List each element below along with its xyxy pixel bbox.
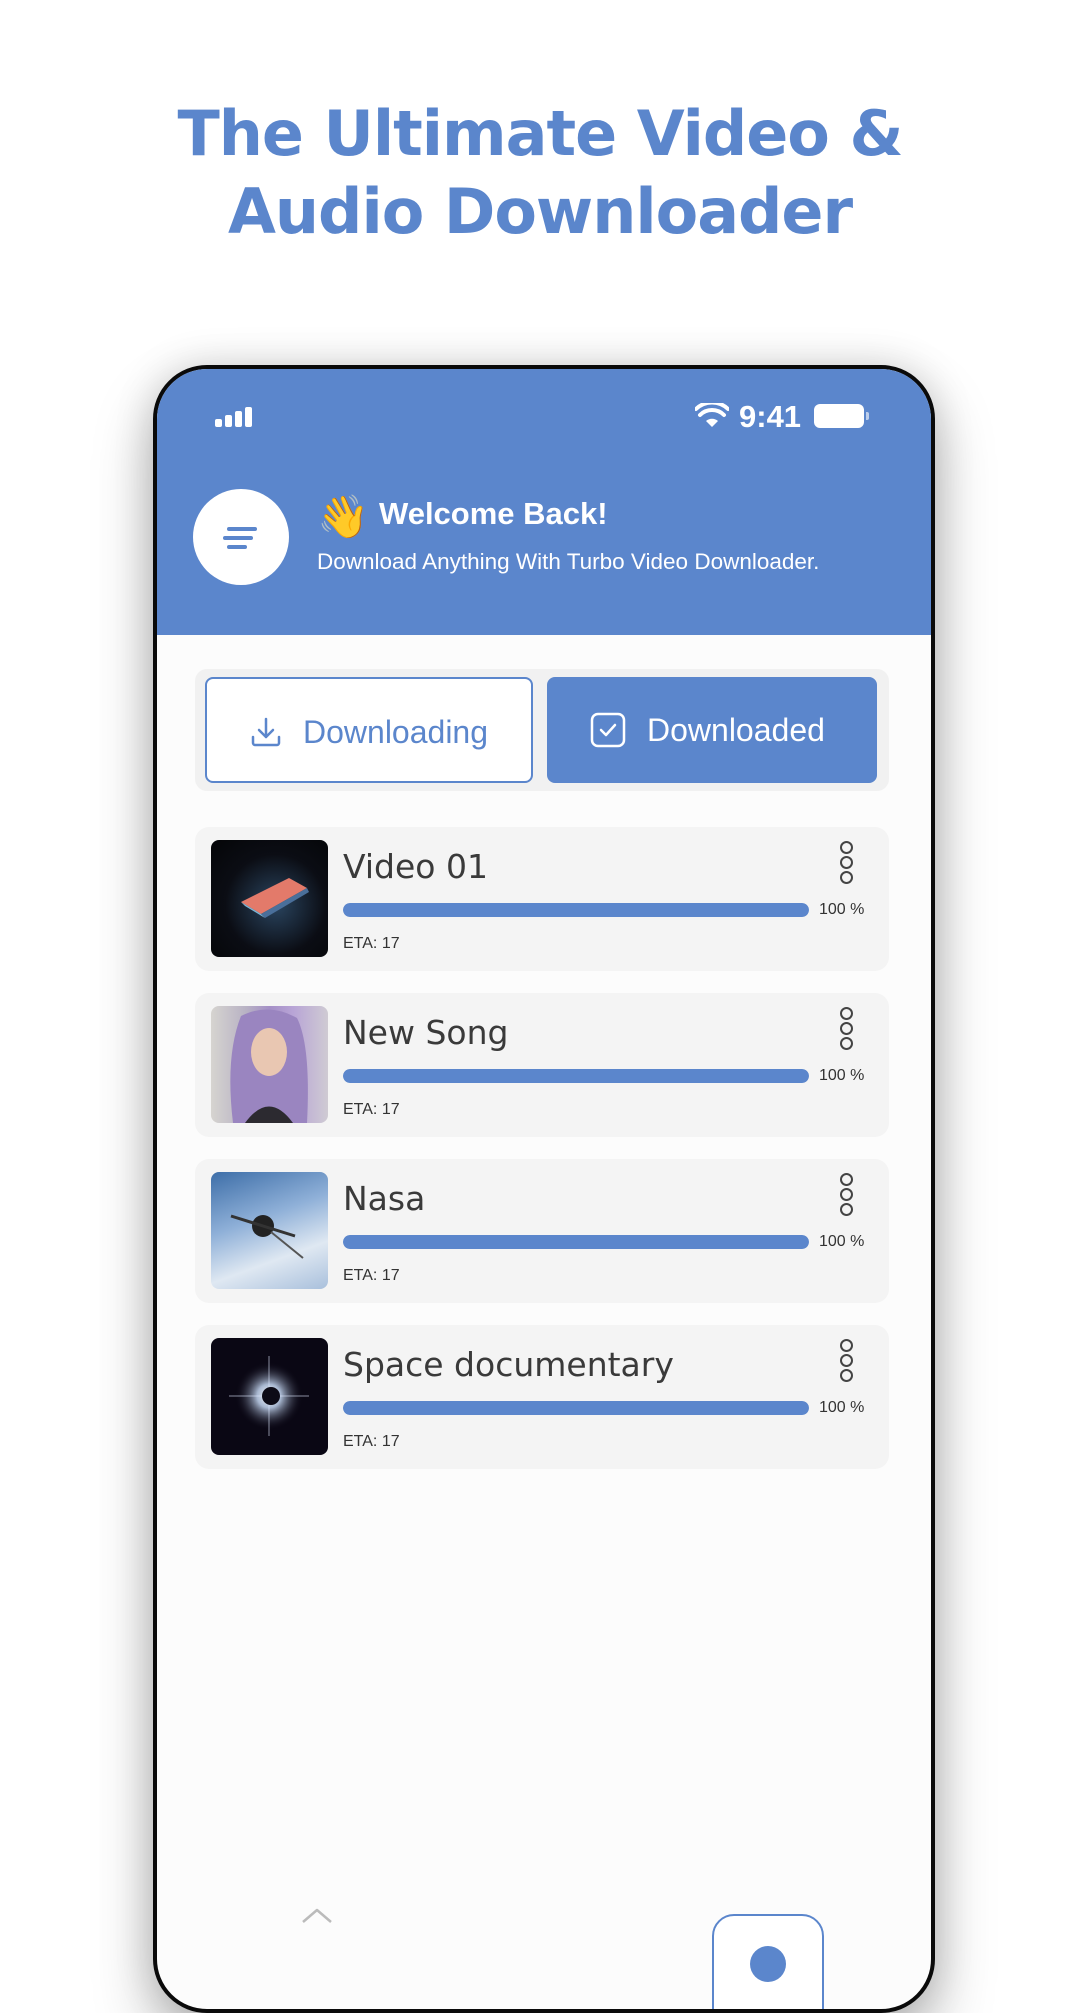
progress-percent: 100 %	[819, 1399, 865, 1416]
tab-downloading-label: Downloading	[303, 714, 489, 750]
progress-fill	[343, 1235, 809, 1249]
promo-title-line1: The Ultimate Video &	[177, 97, 903, 170]
progress-fill	[343, 903, 809, 917]
eta-label: ETA: 17	[343, 1433, 400, 1450]
check-square-icon	[590, 712, 626, 748]
download-icon	[251, 717, 281, 747]
nav-downloads-button[interactable]	[712, 1914, 824, 2009]
eta-label: ETA: 17	[343, 935, 400, 952]
tab-downloading[interactable]: Downloading	[205, 677, 533, 783]
download-tabs: Downloading Downloaded	[195, 669, 889, 791]
eta-label: ETA: 17	[343, 1101, 400, 1118]
waving-hand-icon: 👋	[317, 493, 370, 540]
menu-button[interactable]	[193, 489, 289, 585]
more-options-icon[interactable]	[833, 1339, 859, 1383]
item-title: New Song	[343, 1013, 509, 1052]
app-header: 9:41 👋 Welcome Back! Download Anything W…	[157, 369, 931, 635]
woman-portrait-thumbnail	[211, 1006, 328, 1123]
progress-bar	[343, 1401, 809, 1415]
download-item[interactable]: New Song 100 % ETA: 17	[195, 993, 889, 1137]
download-item[interactable]: Video 01 100 % ETA: 17	[195, 827, 889, 971]
promo-title-line2: Audio Downloader	[227, 175, 853, 248]
more-options-icon[interactable]	[833, 841, 859, 885]
progress-bar	[343, 1069, 809, 1083]
eclipse-thumbnail	[211, 1338, 328, 1455]
nav-active-icon	[750, 1946, 786, 1982]
promo-title: The Ultimate Video & Audio Downloader	[0, 95, 1080, 251]
wifi-icon	[695, 403, 729, 427]
eta-label: ETA: 17	[343, 1267, 400, 1284]
laptop-thumbnail	[211, 840, 328, 957]
tab-downloaded-label: Downloaded	[647, 712, 825, 748]
item-title: Space documentary	[343, 1345, 674, 1384]
progress-fill	[343, 1401, 809, 1415]
satellite-thumbnail	[211, 1172, 328, 1289]
welcome-title: Welcome Back!	[379, 496, 608, 531]
download-item[interactable]: Nasa 100 % ETA: 17	[195, 1159, 889, 1303]
item-title: Nasa	[343, 1179, 426, 1218]
progress-fill	[343, 1069, 809, 1083]
progress-percent: 100 %	[819, 1067, 865, 1084]
progress-percent: 100 %	[819, 1233, 865, 1250]
progress-bar	[343, 903, 809, 917]
progress-percent: 100 %	[819, 901, 865, 918]
more-options-icon[interactable]	[833, 1173, 859, 1217]
phone-frame: 9:41 👋 Welcome Back! Download Anything W…	[153, 365, 935, 2013]
welcome-subtitle: Download Anything With Turbo Video Downl…	[317, 549, 820, 574]
download-item[interactable]: Space documentary 100 % ETA: 17	[195, 1325, 889, 1469]
more-options-icon[interactable]	[833, 1007, 859, 1051]
progress-bar	[343, 1235, 809, 1249]
tab-downloaded[interactable]: Downloaded	[547, 677, 877, 783]
home-icon[interactable]	[297, 1904, 337, 1944]
item-title: Video 01	[343, 847, 488, 886]
status-bar: 9:41	[157, 369, 931, 449]
signal-icon	[215, 407, 255, 427]
status-time: 9:41	[739, 399, 802, 434]
battery-icon	[814, 404, 869, 428]
